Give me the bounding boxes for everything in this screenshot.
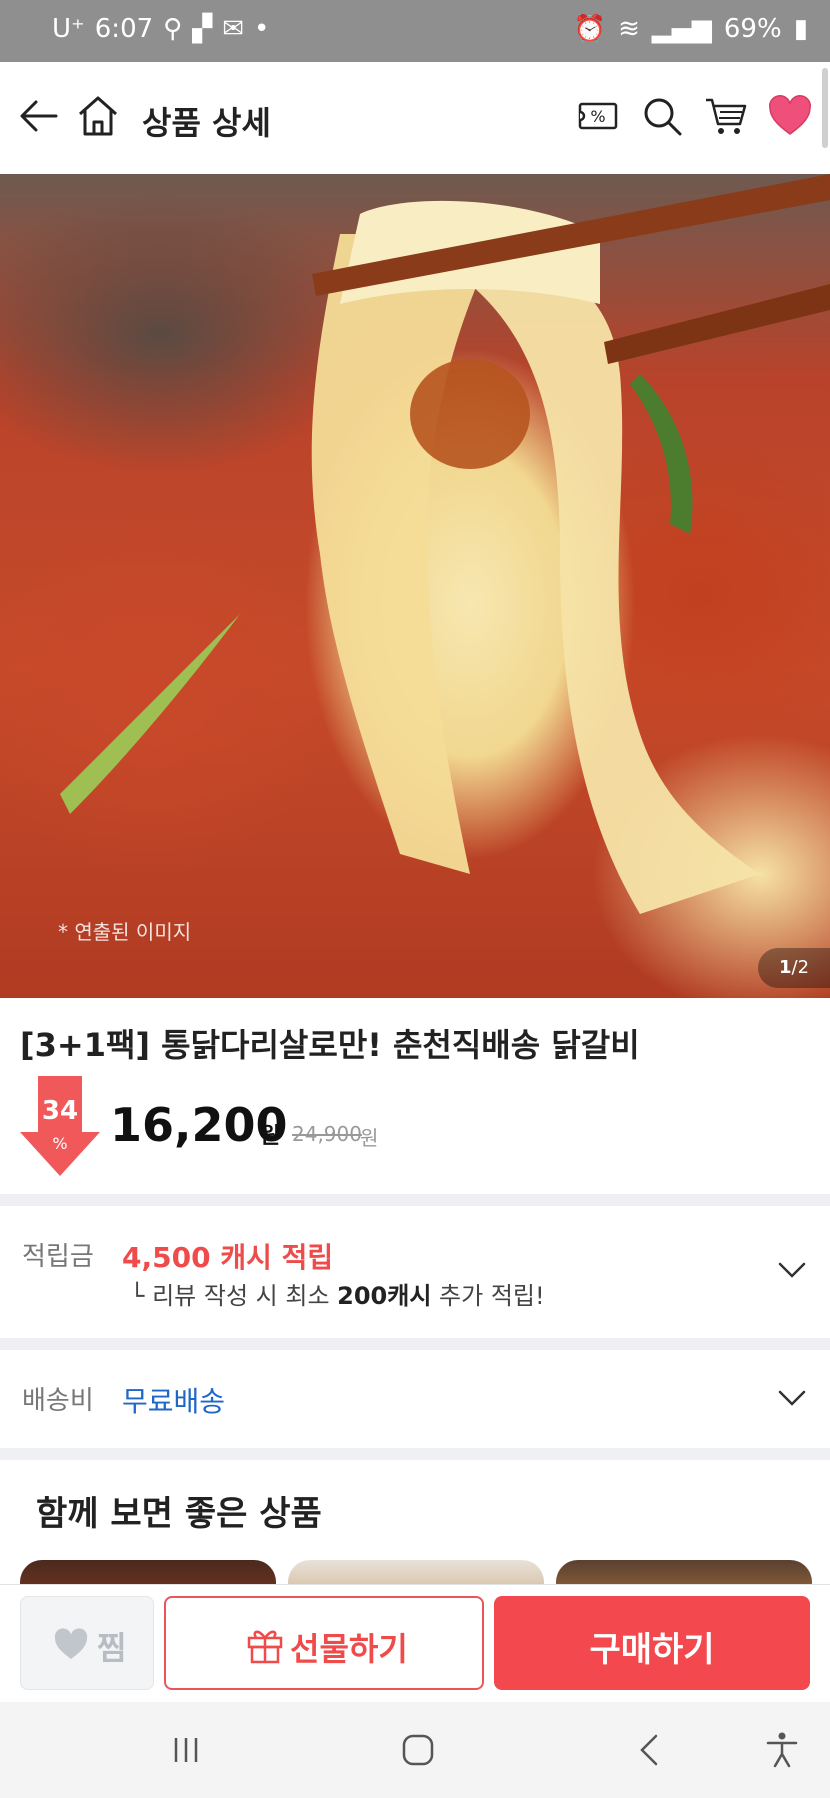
search-icon[interactable] [638,92,686,140]
points-review-note: └ 리뷰 작성 시 최소 200캐시 추가 적립! [130,1276,545,1311]
original-price: 24,900 [292,1122,362,1146]
recent-apps-icon[interactable] [166,1730,206,1770]
signal-icon: ▂▄▆ [651,14,712,44]
buy-label: 구매하기 [589,1630,715,1670]
product-title: [3+1팩] 통닭다리살로만! 춘천직배송 닭갈비 [20,1026,640,1064]
app-notification-icon: ▞ [192,14,213,44]
pager-total: /2 [791,957,810,978]
zzim-button[interactable]: 찜 [20,1596,154,1690]
clock: 6:07 [94,14,154,44]
sale-price-unit: 원 [260,1124,281,1149]
buy-button[interactable]: 구매하기 [494,1596,810,1690]
discount-percent-sign: % [52,1134,68,1153]
pager-current: 1 [778,957,792,978]
points-note-prefix: └ 리뷰 작성 시 최소 [130,1282,338,1310]
shipping-value: 무료배송 [122,1385,226,1418]
wifi-icon: ≋ [618,14,640,44]
recommend-section-title: 함께 보면 좋은 상품 [36,1494,322,1534]
back-arrow-icon[interactable] [16,92,64,140]
discount-rate: 34 [41,1096,79,1126]
chopsticks-cheese-illustration [60,174,830,914]
scrollbar[interactable] [822,68,828,148]
image-disclaimer: * 연출된 이미지 [58,920,192,944]
image-pager: 1/2 [758,948,830,988]
shipping-expand-chevron-icon[interactable] [776,1382,808,1414]
status-bar: U⁺ 6:07 ⚲ ▞ ✉ • ⏰ ≋ ▂▄▆ 69% ▮ [0,0,830,62]
points-value: 4,500 캐시 적립 [122,1241,334,1274]
home-icon[interactable] [74,92,122,140]
points-expand-chevron-icon[interactable] [776,1254,808,1286]
section-divider [0,1448,830,1460]
system-navigation-bar [0,1702,830,1798]
original-price-unit: 원 [360,1126,379,1150]
home-nav-icon[interactable] [398,1730,438,1770]
accessibility-icon[interactable] [762,1730,802,1770]
battery-level: 69% [723,14,782,44]
battery-icon: ▮ [793,14,808,44]
alarm-icon: ⏰ [573,14,607,44]
heart-outline-icon [54,1628,88,1659]
key-icon: ⚲ [163,14,183,44]
gift-icon [247,1630,283,1664]
app-bar: 상품 상세 % [0,62,830,174]
section-divider [0,1338,830,1350]
shipping-label: 배송비 [22,1386,94,1416]
points-note-suffix: 추가 적립! [431,1282,545,1310]
cart-icon[interactable] [702,92,750,140]
more-notifications-dot: • [254,14,270,44]
page-title: 상품 상세 [142,104,271,142]
points-note-bold: 200캐시 [337,1282,432,1310]
gift-button[interactable]: 선물하기 [164,1596,484,1690]
zzim-label: 찜 [97,1629,127,1667]
coupon-badge-text: % [590,107,605,126]
coupon-icon[interactable]: % [574,92,622,140]
gift-label: 선물하기 [290,1630,408,1668]
carrier-label: U⁺ [52,14,85,44]
wishlist-heart-icon[interactable] [766,92,814,140]
points-label: 적립금 [22,1242,94,1272]
mail-icon: ✉ [222,14,244,44]
product-image[interactable]: * 연출된 이미지 1/2 [0,174,830,998]
discount-arrow-icon [20,1076,100,1176]
back-nav-icon[interactable] [630,1730,670,1770]
section-divider [0,1194,830,1206]
